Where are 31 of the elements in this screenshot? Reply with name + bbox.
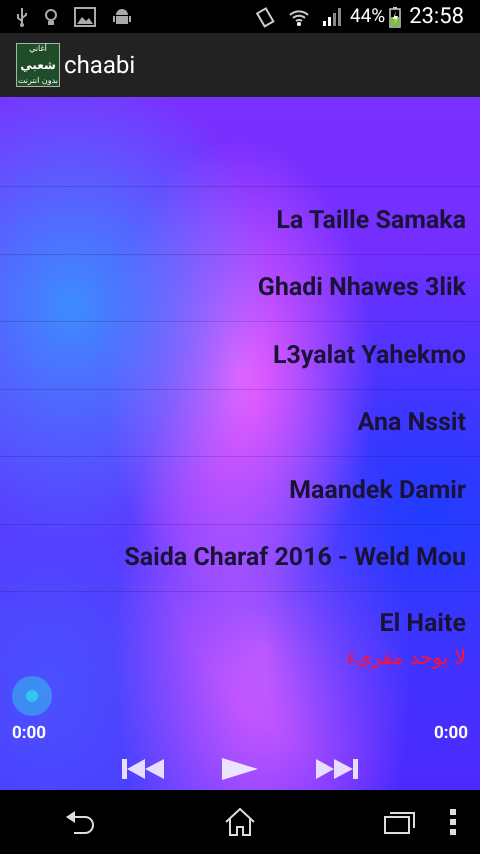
battery-percentage: 44% bbox=[350, 3, 386, 30]
logo-text: شعبي bbox=[20, 59, 56, 71]
image-icon bbox=[74, 6, 96, 26]
vibrate-icon bbox=[254, 6, 276, 28]
recent-apps-icon[interactable] bbox=[384, 809, 416, 835]
home-icon[interactable] bbox=[224, 807, 256, 837]
status-message: لا يوجد مقرىء bbox=[346, 644, 466, 671]
elapsed-time: 0:00 bbox=[12, 722, 46, 744]
logo-text: بدون انترنت bbox=[18, 77, 58, 85]
song-title[interactable]: Saida Charaf 2016 - Weld Mou bbox=[124, 539, 466, 576]
android-icon bbox=[112, 6, 132, 26]
logo-text: أغاني bbox=[29, 45, 47, 53]
overflow-menu-icon[interactable] bbox=[450, 809, 456, 835]
lightbulb-icon bbox=[44, 6, 58, 26]
song-title[interactable]: La Taille Samaka bbox=[276, 202, 466, 239]
play-icon[interactable] bbox=[222, 758, 258, 780]
song-title[interactable]: Ana Nssit bbox=[358, 404, 466, 442]
song-title[interactable]: El Haite bbox=[380, 604, 466, 642]
song-title[interactable]: Ghadi Nhawes 3lik bbox=[258, 269, 466, 306]
usb-icon bbox=[16, 6, 28, 26]
seek-thumb[interactable] bbox=[12, 676, 52, 716]
signal-icon bbox=[322, 6, 342, 26]
charging-battery-icon bbox=[389, 6, 402, 28]
next-icon[interactable] bbox=[316, 759, 358, 779]
total-time: 0:00 bbox=[434, 722, 468, 744]
app-title: chaabi bbox=[64, 50, 136, 81]
previous-icon[interactable] bbox=[122, 759, 164, 779]
song-title[interactable]: Maandek Damir bbox=[289, 472, 466, 509]
clock: 23:58 bbox=[409, 3, 464, 31]
song-title[interactable]: L3yalat Yahekmo bbox=[273, 336, 466, 374]
back-icon[interactable] bbox=[64, 809, 96, 835]
